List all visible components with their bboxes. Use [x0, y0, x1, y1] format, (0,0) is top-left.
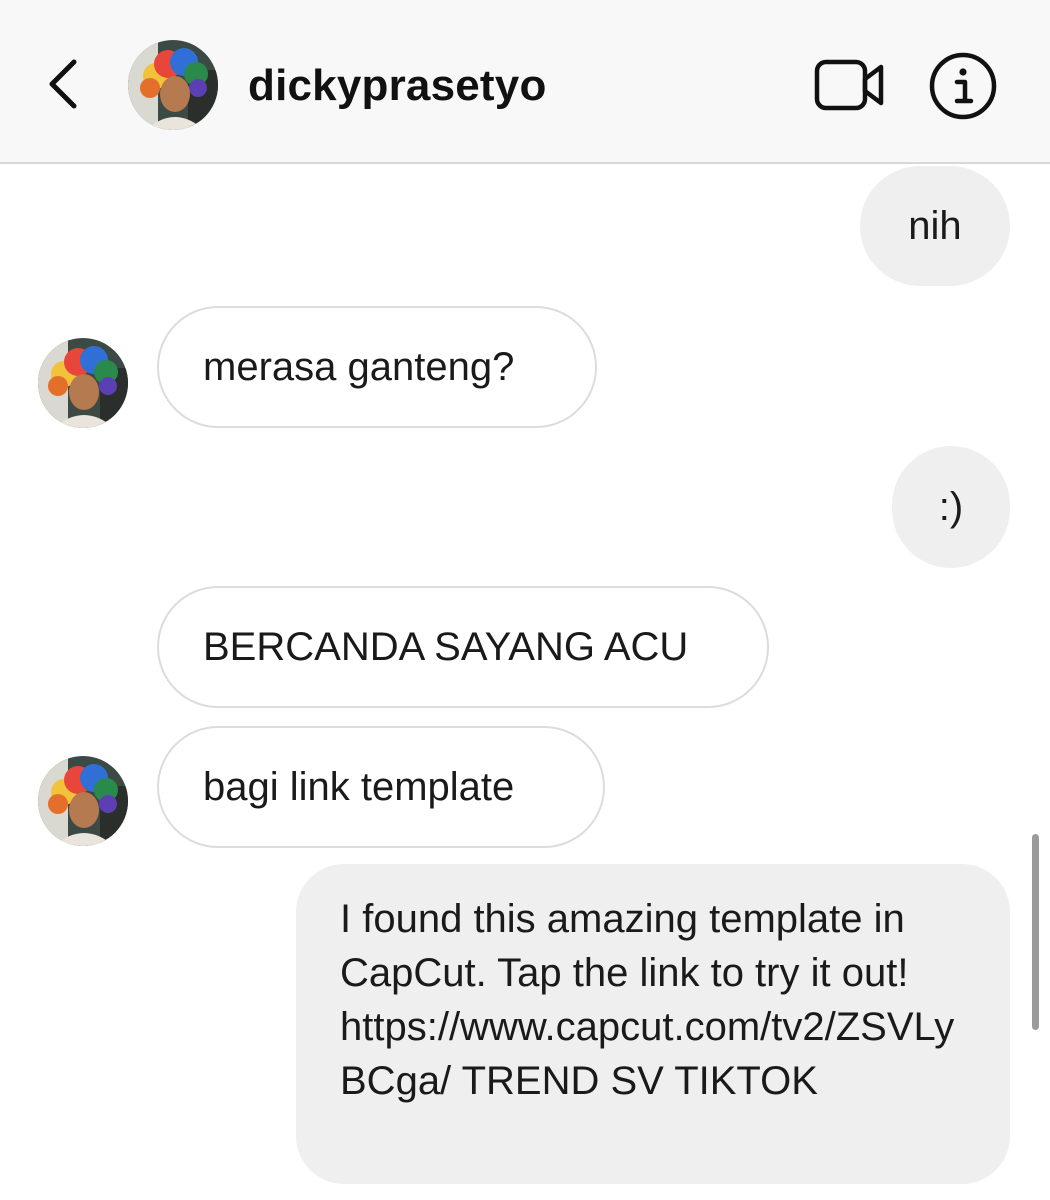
chat-header: dickyprasetyo: [0, 0, 1050, 164]
avatar[interactable]: [128, 40, 218, 130]
chat-username[interactable]: dickyprasetyo: [248, 58, 547, 114]
message-text: merasa ganteng?: [203, 345, 515, 389]
message-text: :): [938, 485, 964, 529]
info-icon: [929, 52, 997, 120]
message-bubble-incoming[interactable]: bagi link template: [157, 726, 605, 848]
chat-screen: dickyprasetyo nih merasa ganteng?:) BER…: [0, 0, 1050, 1200]
message-text: I found this amazing template in CapCut.…: [340, 897, 955, 1103]
message-bubble-outgoing[interactable]: I found this amazing template in CapCut.…: [296, 864, 1010, 1184]
video-camera-icon: [814, 59, 884, 111]
message-bubble-outgoing[interactable]: :): [892, 446, 1010, 568]
message-text: BERCANDA SAYANG ACU: [203, 625, 689, 669]
message-text: nih: [908, 204, 962, 248]
info-button[interactable]: [926, 50, 1000, 122]
message-bubble-outgoing[interactable]: nih: [860, 166, 1010, 286]
avatar[interactable]: [38, 338, 128, 428]
chevron-left-icon: [49, 59, 77, 109]
video-call-button[interactable]: [812, 52, 888, 118]
message-bubble-incoming[interactable]: merasa ganteng?: [157, 306, 597, 428]
message-text: bagi link template: [203, 765, 515, 809]
avatar[interactable]: [38, 756, 128, 846]
back-button[interactable]: [36, 52, 92, 116]
message-bubble-incoming[interactable]: BERCANDA SAYANG ACU: [157, 586, 769, 708]
scrollbar[interactable]: [1032, 834, 1039, 1030]
